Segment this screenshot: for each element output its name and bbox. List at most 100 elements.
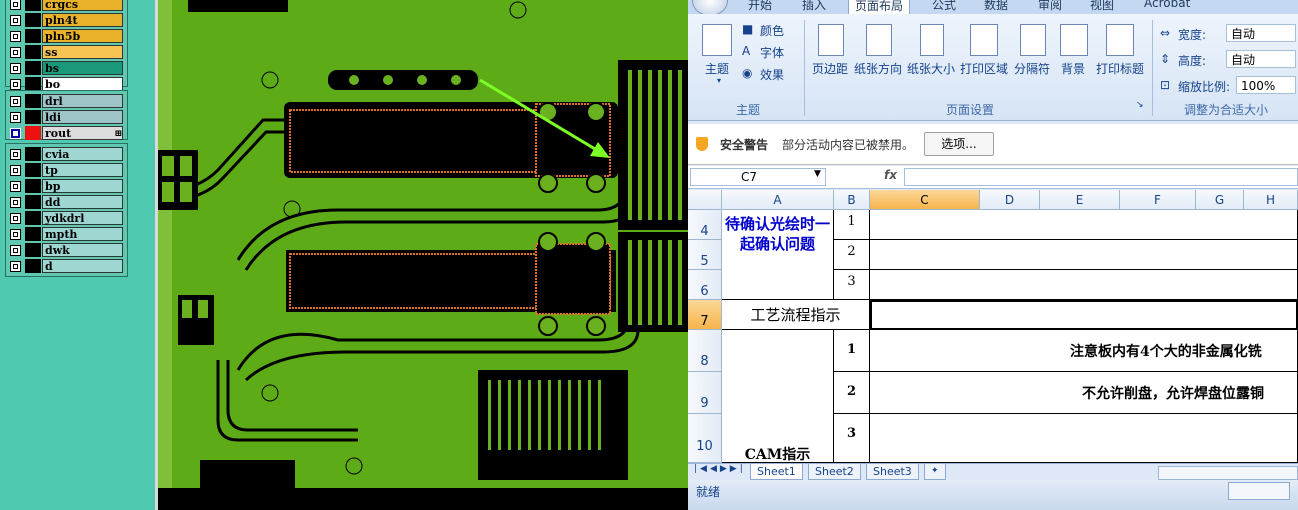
layer-color-swatch[interactable] [25, 110, 41, 124]
row-header-7[interactable]: 7 [688, 300, 722, 330]
layer-visibility-checkbox[interactable] [10, 212, 21, 224]
worksheet-grid[interactable]: A B C D E F G H 4 5 6 7 8 9 10 待确认光绘时一起确… [688, 190, 1298, 463]
margins-icon[interactable] [818, 24, 844, 56]
cell-b9[interactable]: 2 [834, 372, 870, 414]
layer-name[interactable]: bp [42, 179, 123, 193]
col-header-h[interactable]: H [1244, 190, 1298, 210]
fx-icon[interactable]: fx [884, 168, 897, 182]
cell-c7-selected[interactable] [870, 300, 1298, 330]
layer-row-drl[interactable]: drl [6, 93, 127, 109]
cell-b8[interactable]: 1 [834, 330, 870, 372]
layer-visibility-checkbox[interactable] [10, 30, 21, 42]
layer-color-swatch[interactable] [25, 77, 41, 91]
cell-b10[interactable]: 3 [834, 414, 870, 463]
orientation-button[interactable]: 纸张方向 [852, 60, 904, 77]
formula-input[interactable] [904, 168, 1298, 186]
sheet-tab-2[interactable]: Sheet2 [808, 464, 861, 480]
layer-color-swatch[interactable] [25, 227, 41, 241]
layer-color-swatch[interactable] [25, 0, 41, 11]
name-box[interactable]: C7 [690, 168, 826, 186]
layer-row-ldi[interactable]: ldi [6, 109, 127, 125]
layer-visibility-checkbox[interactable] [10, 164, 21, 176]
layer-name[interactable]: pln4t [42, 13, 123, 27]
layer-name[interactable]: ydkdrl [42, 211, 123, 225]
layer-name[interactable]: dd [42, 195, 123, 209]
layer-visibility-checkbox[interactable] [10, 46, 21, 58]
layer-name[interactable]: cvia [42, 147, 123, 161]
col-header-d[interactable]: D [980, 190, 1040, 210]
cell-c6[interactable] [870, 270, 1298, 300]
layer-name[interactable]: ss [42, 45, 123, 59]
print-area-icon[interactable] [970, 24, 998, 56]
breaks-icon[interactable] [1020, 24, 1046, 56]
layer-row-rout[interactable]: rout ⊞ [6, 125, 127, 141]
layer-row-bp[interactable]: bp [6, 178, 127, 194]
select-all-corner[interactable] [688, 190, 722, 210]
layer-visibility-checkbox[interactable] [10, 228, 21, 240]
layer-name[interactable]: ldi [42, 110, 123, 124]
layer-name[interactable]: mpth [42, 227, 123, 241]
layer-row-mpth[interactable]: mpth [6, 226, 127, 242]
layer-row-d[interactable]: d [6, 258, 127, 274]
layer-visibility-checkbox[interactable] [10, 111, 21, 123]
print-titles-button[interactable]: 打印标题 [1094, 60, 1146, 77]
horizontal-scrollbar[interactable] [1158, 466, 1298, 480]
layer-row-dd[interactable]: dd [6, 194, 127, 210]
background-button[interactable]: 背景 [1054, 60, 1092, 77]
sheet-nav-icon[interactable]: |◀◀▶▶| [694, 464, 746, 474]
layer-visibility-checkbox[interactable] [10, 260, 21, 272]
tab-review[interactable]: 审阅 [1038, 0, 1062, 13]
layer-visibility-checkbox[interactable] [10, 62, 21, 74]
pcb-canvas[interactable] [158, 0, 688, 510]
insert-sheet-icon[interactable]: ✦ [924, 464, 946, 480]
tab-formulas[interactable]: 公式 [932, 0, 956, 13]
margins-button[interactable]: 页边距 [808, 60, 852, 77]
layer-color-swatch[interactable] [25, 126, 41, 140]
page-setup-launcher-icon[interactable]: ↘ [1136, 100, 1144, 110]
colors-button[interactable]: 颜色 [760, 22, 784, 39]
effects-button[interactable]: 效果 [760, 66, 784, 83]
breaks-button[interactable]: 分隔符 [1010, 60, 1054, 77]
layer-expand-icon[interactable]: ⊞ [114, 127, 122, 139]
layer-visibility-checkbox[interactable] [10, 78, 21, 90]
layer-color-swatch[interactable] [25, 94, 41, 108]
layer-color-swatch[interactable] [25, 147, 41, 161]
layer-visibility-checkbox[interactable] [10, 14, 21, 26]
row-header-9[interactable]: 9 [688, 372, 722, 414]
layer-row-tp[interactable]: tp [6, 162, 127, 178]
row-header-6[interactable]: 6 [688, 270, 722, 300]
layer-visibility-checkbox[interactable] [10, 180, 21, 192]
theme-button[interactable]: 主题 [700, 60, 734, 77]
row-header-8[interactable]: 8 [688, 330, 722, 372]
layer-color-swatch[interactable] [25, 243, 41, 257]
layer-row-pln5b[interactable]: pln5b [6, 28, 127, 44]
cell-c10[interactable] [870, 414, 1298, 463]
cell-b5[interactable]: 2 [834, 240, 870, 270]
cell-c8[interactable]: 注意板内有4个大的非金属化铣 [870, 330, 1298, 372]
tab-page-layout[interactable]: 页面布局 [848, 0, 911, 15]
tab-view[interactable]: 视图 [1090, 0, 1114, 13]
layer-name[interactable]: tp [42, 163, 123, 177]
layer-name[interactable]: bs [42, 61, 123, 75]
sheet-tab-1[interactable]: Sheet1 [750, 464, 803, 480]
layer-row-pln4t[interactable]: pln4t [6, 12, 127, 28]
layer-visibility-checkbox[interactable] [10, 95, 21, 107]
cell-c5[interactable] [870, 240, 1298, 270]
layer-name[interactable]: crgcs [42, 0, 123, 11]
col-header-c[interactable]: C [870, 190, 980, 210]
cell-b6[interactable]: 3 [834, 270, 870, 300]
cell-a4-merged[interactable]: 待确认光绘时一起确认问题 [722, 210, 834, 300]
size-button[interactable]: 纸张大小 [905, 60, 957, 77]
layer-row-dwk[interactable]: dwk [6, 242, 127, 258]
print-titles-icon[interactable] [1106, 24, 1134, 56]
cell-c9[interactable]: 不允许削盘，允许焊盘位露铜 [870, 372, 1298, 414]
theme-icon[interactable] [702, 24, 732, 56]
view-buttons[interactable] [1228, 482, 1290, 500]
layer-visibility-checkbox[interactable] [10, 127, 21, 139]
col-header-a[interactable]: A [722, 190, 834, 210]
layer-name[interactable]: pln5b [42, 29, 123, 43]
cell-c4[interactable] [870, 210, 1298, 240]
col-header-b[interactable]: B [834, 190, 870, 210]
row-header-4[interactable]: 4 [688, 210, 722, 240]
col-header-f[interactable]: F [1120, 190, 1196, 210]
